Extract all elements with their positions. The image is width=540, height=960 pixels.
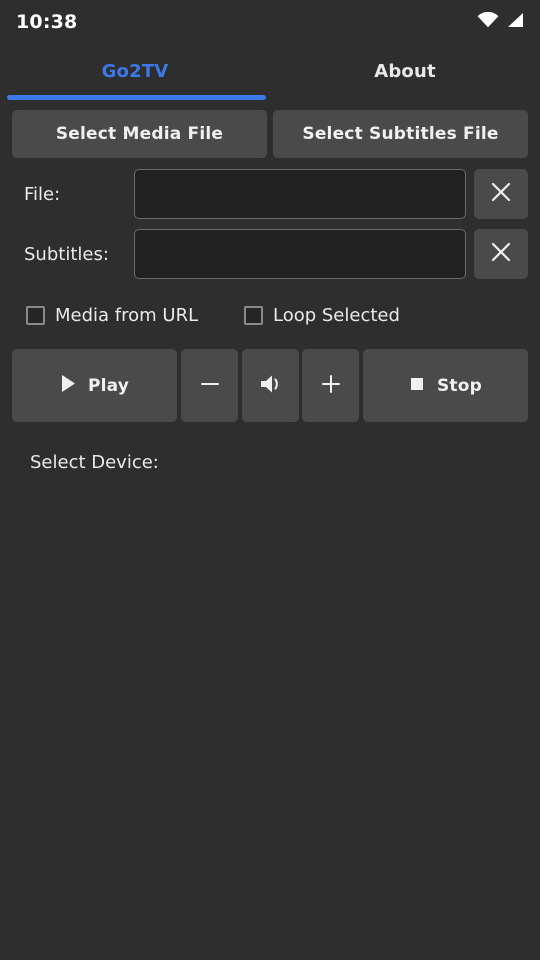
subtitles-field-label: Subtitles: — [24, 243, 109, 265]
file-field-row: File: — [0, 169, 540, 219]
status-bar-clock: 10:38 — [16, 11, 78, 33]
tab-go2tv[interactable]: Go2TV — [0, 44, 270, 98]
stop-button[interactable]: Stop — [363, 349, 528, 422]
file-field-label: File: — [24, 183, 61, 205]
select-device-label: Select Device: — [30, 452, 159, 473]
checkbox-loop-selected-label: Loop Selected — [273, 304, 400, 326]
stop-button-label: Stop — [436, 375, 483, 396]
tab-about[interactable]: About — [270, 44, 540, 98]
tab-bar: Go2TV About — [0, 44, 540, 98]
wifi-icon — [477, 11, 499, 32]
tab-underline-track — [0, 95, 540, 100]
volume-button[interactable] — [242, 349, 299, 422]
app-root: 10:38 Go2TV About Select Media File Sele… — [0, 0, 540, 960]
cellular-signal-icon — [506, 12, 524, 32]
tab-active-indicator — [7, 95, 266, 100]
subtitles-clear-button[interactable] — [474, 229, 528, 279]
minus-icon — [198, 372, 222, 400]
checkbox-media-from-url-label: Media from URL — [55, 304, 199, 326]
checkbox-box-icon[interactable] — [244, 305, 263, 325]
options-row: Media from URL Loop Selected — [0, 300, 540, 330]
status-bar-icons — [477, 11, 524, 32]
checkbox-media-from-url[interactable]: Media from URL — [26, 300, 198, 330]
select-media-file-button[interactable]: Select Media File — [12, 110, 267, 158]
status-bar: 10:38 — [0, 0, 540, 44]
play-button-label: Play — [87, 375, 130, 396]
play-icon — [60, 374, 76, 397]
volume-down-button[interactable] — [181, 349, 238, 422]
select-media-file-label: Select Media File — [55, 124, 224, 144]
close-icon — [490, 181, 512, 207]
select-subtitles-file-label: Select Subtitles File — [302, 124, 499, 144]
subtitles-field-row: Subtitles: — [0, 229, 540, 279]
select-subtitles-file-button[interactable]: Select Subtitles File — [273, 110, 528, 158]
checkbox-loop-selected[interactable]: Loop Selected — [244, 300, 400, 330]
file-select-row: Select Media File Select Subtitles File — [0, 110, 540, 158]
play-button[interactable]: Play — [12, 349, 177, 422]
file-clear-button[interactable] — [474, 169, 528, 219]
close-icon — [490, 241, 512, 267]
subtitles-path-input[interactable] — [134, 229, 466, 279]
plus-icon — [319, 372, 343, 400]
stop-icon — [409, 376, 425, 396]
volume-icon — [258, 372, 284, 400]
checkbox-box-icon[interactable] — [26, 305, 45, 325]
transport-controls: Play Stop — [0, 349, 540, 422]
file-path-input[interactable] — [134, 169, 466, 219]
volume-up-button[interactable] — [302, 349, 359, 422]
